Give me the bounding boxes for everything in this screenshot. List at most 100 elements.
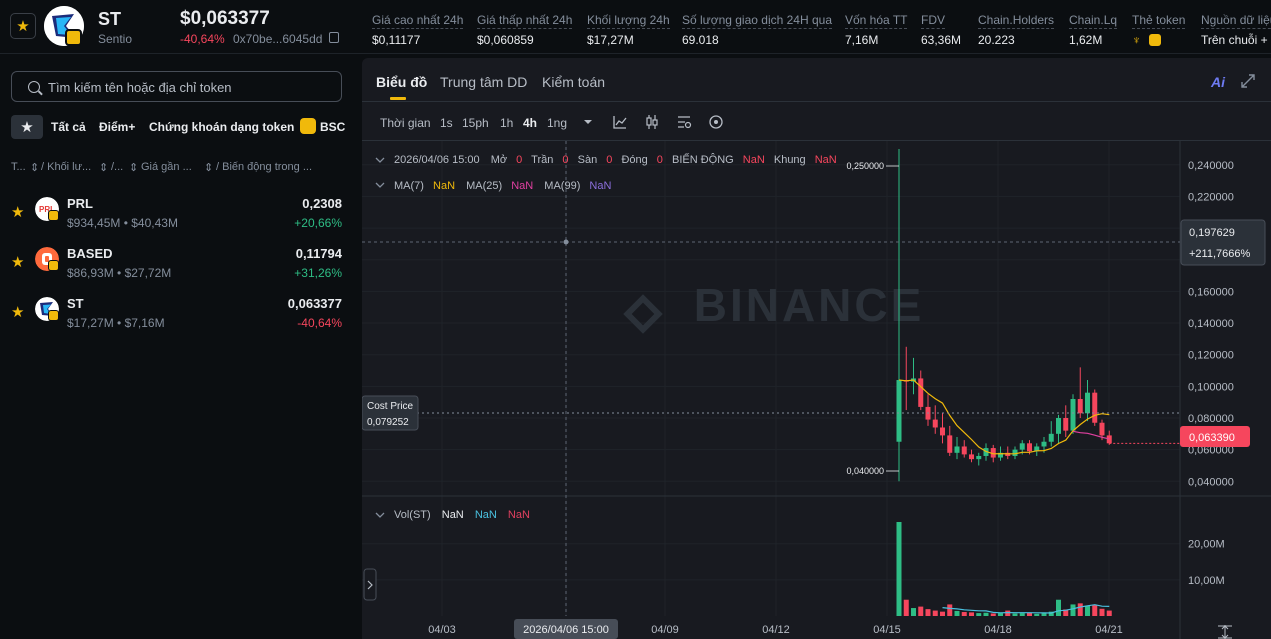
watchlist-row[interactable]: ★ PRL PRL $934,45M • $40,43M 0,2308 +20,…	[0, 191, 357, 241]
tab-audit[interactable]: Kiểm toán	[542, 74, 605, 90]
chart-panel: Biểu đồ Trung tâm DD Kiểm toán Ai Thời g…	[362, 58, 1271, 639]
token-symbol: ST	[98, 9, 122, 29]
sort-icon[interactable]: ⇕	[129, 161, 138, 174]
ohlc-label: Sàn	[578, 154, 598, 166]
bnb-tag-icon[interactable]	[1149, 34, 1162, 46]
settings-icon[interactable]	[708, 114, 724, 130]
token-change: -40,64%	[297, 316, 342, 330]
token-search[interactable]	[11, 71, 342, 102]
tab-dd-center[interactable]: Trung tâm DD	[440, 74, 527, 90]
line-chart-icon[interactable]	[612, 114, 628, 130]
token-volume-mcap: $934,45M • $40,43M	[67, 216, 178, 230]
candle-body[interactable]	[1077, 399, 1083, 414]
sort-icon[interactable]: ⇕	[99, 161, 108, 174]
price-tick-label: 0,120000	[1188, 350, 1234, 362]
sort-icon[interactable]: ⇕	[204, 161, 213, 174]
candle-body[interactable]	[932, 419, 938, 428]
candle-body[interactable]	[1085, 392, 1090, 414]
candle-body[interactable]	[976, 455, 982, 460]
volume-bar	[961, 612, 967, 616]
volume-bar	[1034, 613, 1040, 616]
expand-icon[interactable]	[1241, 74, 1255, 88]
candle-body[interactable]	[1106, 435, 1112, 444]
stat-label: FDV	[921, 13, 945, 29]
col-marketcap[interactable]: /...	[111, 161, 123, 173]
stat-label: Chain.Lq	[1069, 13, 1118, 29]
timeframe-15m[interactable]: 15ph	[462, 116, 489, 130]
candle-body[interactable]	[1019, 443, 1025, 450]
trophy-icon[interactable]: ♆	[1132, 33, 1141, 47]
candle-body[interactable]	[918, 378, 924, 407]
collapse-vol-icon[interactable]	[375, 512, 385, 518]
timeframe-4h[interactable]: 4h	[523, 116, 537, 130]
search-input[interactable]	[48, 76, 328, 98]
candle-body[interactable]	[1070, 399, 1076, 431]
candle-body[interactable]	[961, 446, 967, 455]
crosshair-change: +211,7666%	[1189, 248, 1250, 260]
contract-address[interactable]: 0x70be...6045dd	[233, 32, 322, 46]
watchlist-row[interactable]: ★ BASED $86,93M • $27,72M 0,11794 +31,26…	[0, 241, 357, 291]
copy-icon[interactable]	[329, 32, 339, 43]
ohlc-value: 0	[657, 154, 663, 166]
col-token[interactable]: T...	[11, 161, 26, 173]
favorites-filter-star-icon[interactable]: ★	[11, 115, 43, 139]
price-chart[interactable]: BINANCE 0,2400000,2200000,2000000,180000…	[362, 141, 1271, 639]
col-change[interactable]: / Biến động trong ...	[216, 161, 312, 173]
tab-chart[interactable]: Biểu đồ	[376, 74, 427, 90]
favorite-star-icon[interactable]: ★	[11, 253, 24, 271]
col-last-price[interactable]: Giá gần ...	[141, 161, 192, 173]
candle-body[interactable]	[1012, 449, 1018, 456]
timeframe-1h[interactable]: 1h	[500, 116, 513, 130]
candle-body[interactable]	[954, 446, 960, 453]
collapse-ohlc-icon[interactable]	[375, 157, 385, 163]
filter-tokenized-stocks[interactable]: Chứng khoán dạng token	[149, 120, 294, 134]
candle-body[interactable]	[1099, 422, 1105, 436]
sort-icon[interactable]: ⇕	[30, 161, 39, 174]
vol-value: NaN	[442, 509, 464, 521]
volume-bar	[911, 608, 916, 616]
axis-scale-icon[interactable]	[1218, 625, 1232, 639]
volume-bar	[1106, 610, 1112, 616]
watchlist-panel: ★ Tất cả Điểm+ Chứng khoán dạng token BS…	[0, 58, 357, 639]
filter-all[interactable]: Tất cả	[51, 120, 86, 134]
timeframe-1d[interactable]: 1ng	[547, 116, 567, 130]
watchlist-row[interactable]: ★ ST $17,27M • $7,16M 0,063377 -40,64%	[0, 291, 357, 341]
candle-body[interactable]	[1048, 433, 1054, 442]
volume-bar	[969, 612, 974, 616]
max-price-marker: 0,250000	[846, 161, 884, 171]
candle-body[interactable]	[947, 435, 953, 453]
ohlc-value: NaN	[743, 154, 765, 166]
candle-body[interactable]	[1027, 443, 1032, 452]
favorite-star-icon[interactable]: ★	[11, 203, 24, 221]
bsc-chain-icon[interactable]	[300, 118, 316, 134]
collapse-ma-icon[interactable]	[375, 182, 385, 188]
timeframe-1s[interactable]: 1s	[440, 116, 453, 130]
vol-value: NaN	[475, 509, 497, 521]
filter-points[interactable]: Điểm+	[99, 120, 135, 134]
stat-high-24h: Giá cao nhất 24h $0,11177	[372, 11, 464, 47]
stat-label: Giá thấp nhất 24h	[477, 13, 573, 29]
ma-value: NaN	[433, 180, 455, 192]
volume-bar	[896, 522, 902, 616]
candle-body[interactable]	[940, 427, 945, 436]
chevron-down-icon[interactable]	[580, 114, 596, 130]
volume-bar	[1070, 604, 1076, 616]
candle-body[interactable]	[969, 454, 974, 460]
ai-icon[interactable]: Ai	[1211, 74, 1225, 90]
collapse-handle[interactable]	[363, 568, 377, 601]
col-volume[interactable]: / Khối lư...	[41, 161, 91, 173]
candle-body[interactable]	[1063, 417, 1069, 431]
candle-body[interactable]	[1092, 392, 1098, 423]
ohlc-legend: 2026/04/06 15:00 Mở 0 Trần 0 Sàn 0 Đóng …	[394, 153, 837, 166]
filter-bsc[interactable]: BSC	[320, 120, 345, 134]
stat-volume-24h: Khối lượng 24h $17,27M	[587, 11, 670, 47]
favorite-star-button[interactable]: ★	[10, 13, 36, 39]
stat-value: 1,62M	[1069, 33, 1103, 47]
ma-label: MA(7)	[394, 180, 424, 192]
candle-body[interactable]	[896, 380, 902, 442]
candlestick-icon[interactable]	[644, 114, 660, 130]
candle-body[interactable]	[1041, 441, 1047, 447]
favorite-star-icon[interactable]: ★	[11, 303, 24, 321]
candle-body[interactable]	[1056, 417, 1061, 434]
indicators-icon[interactable]	[676, 114, 692, 130]
